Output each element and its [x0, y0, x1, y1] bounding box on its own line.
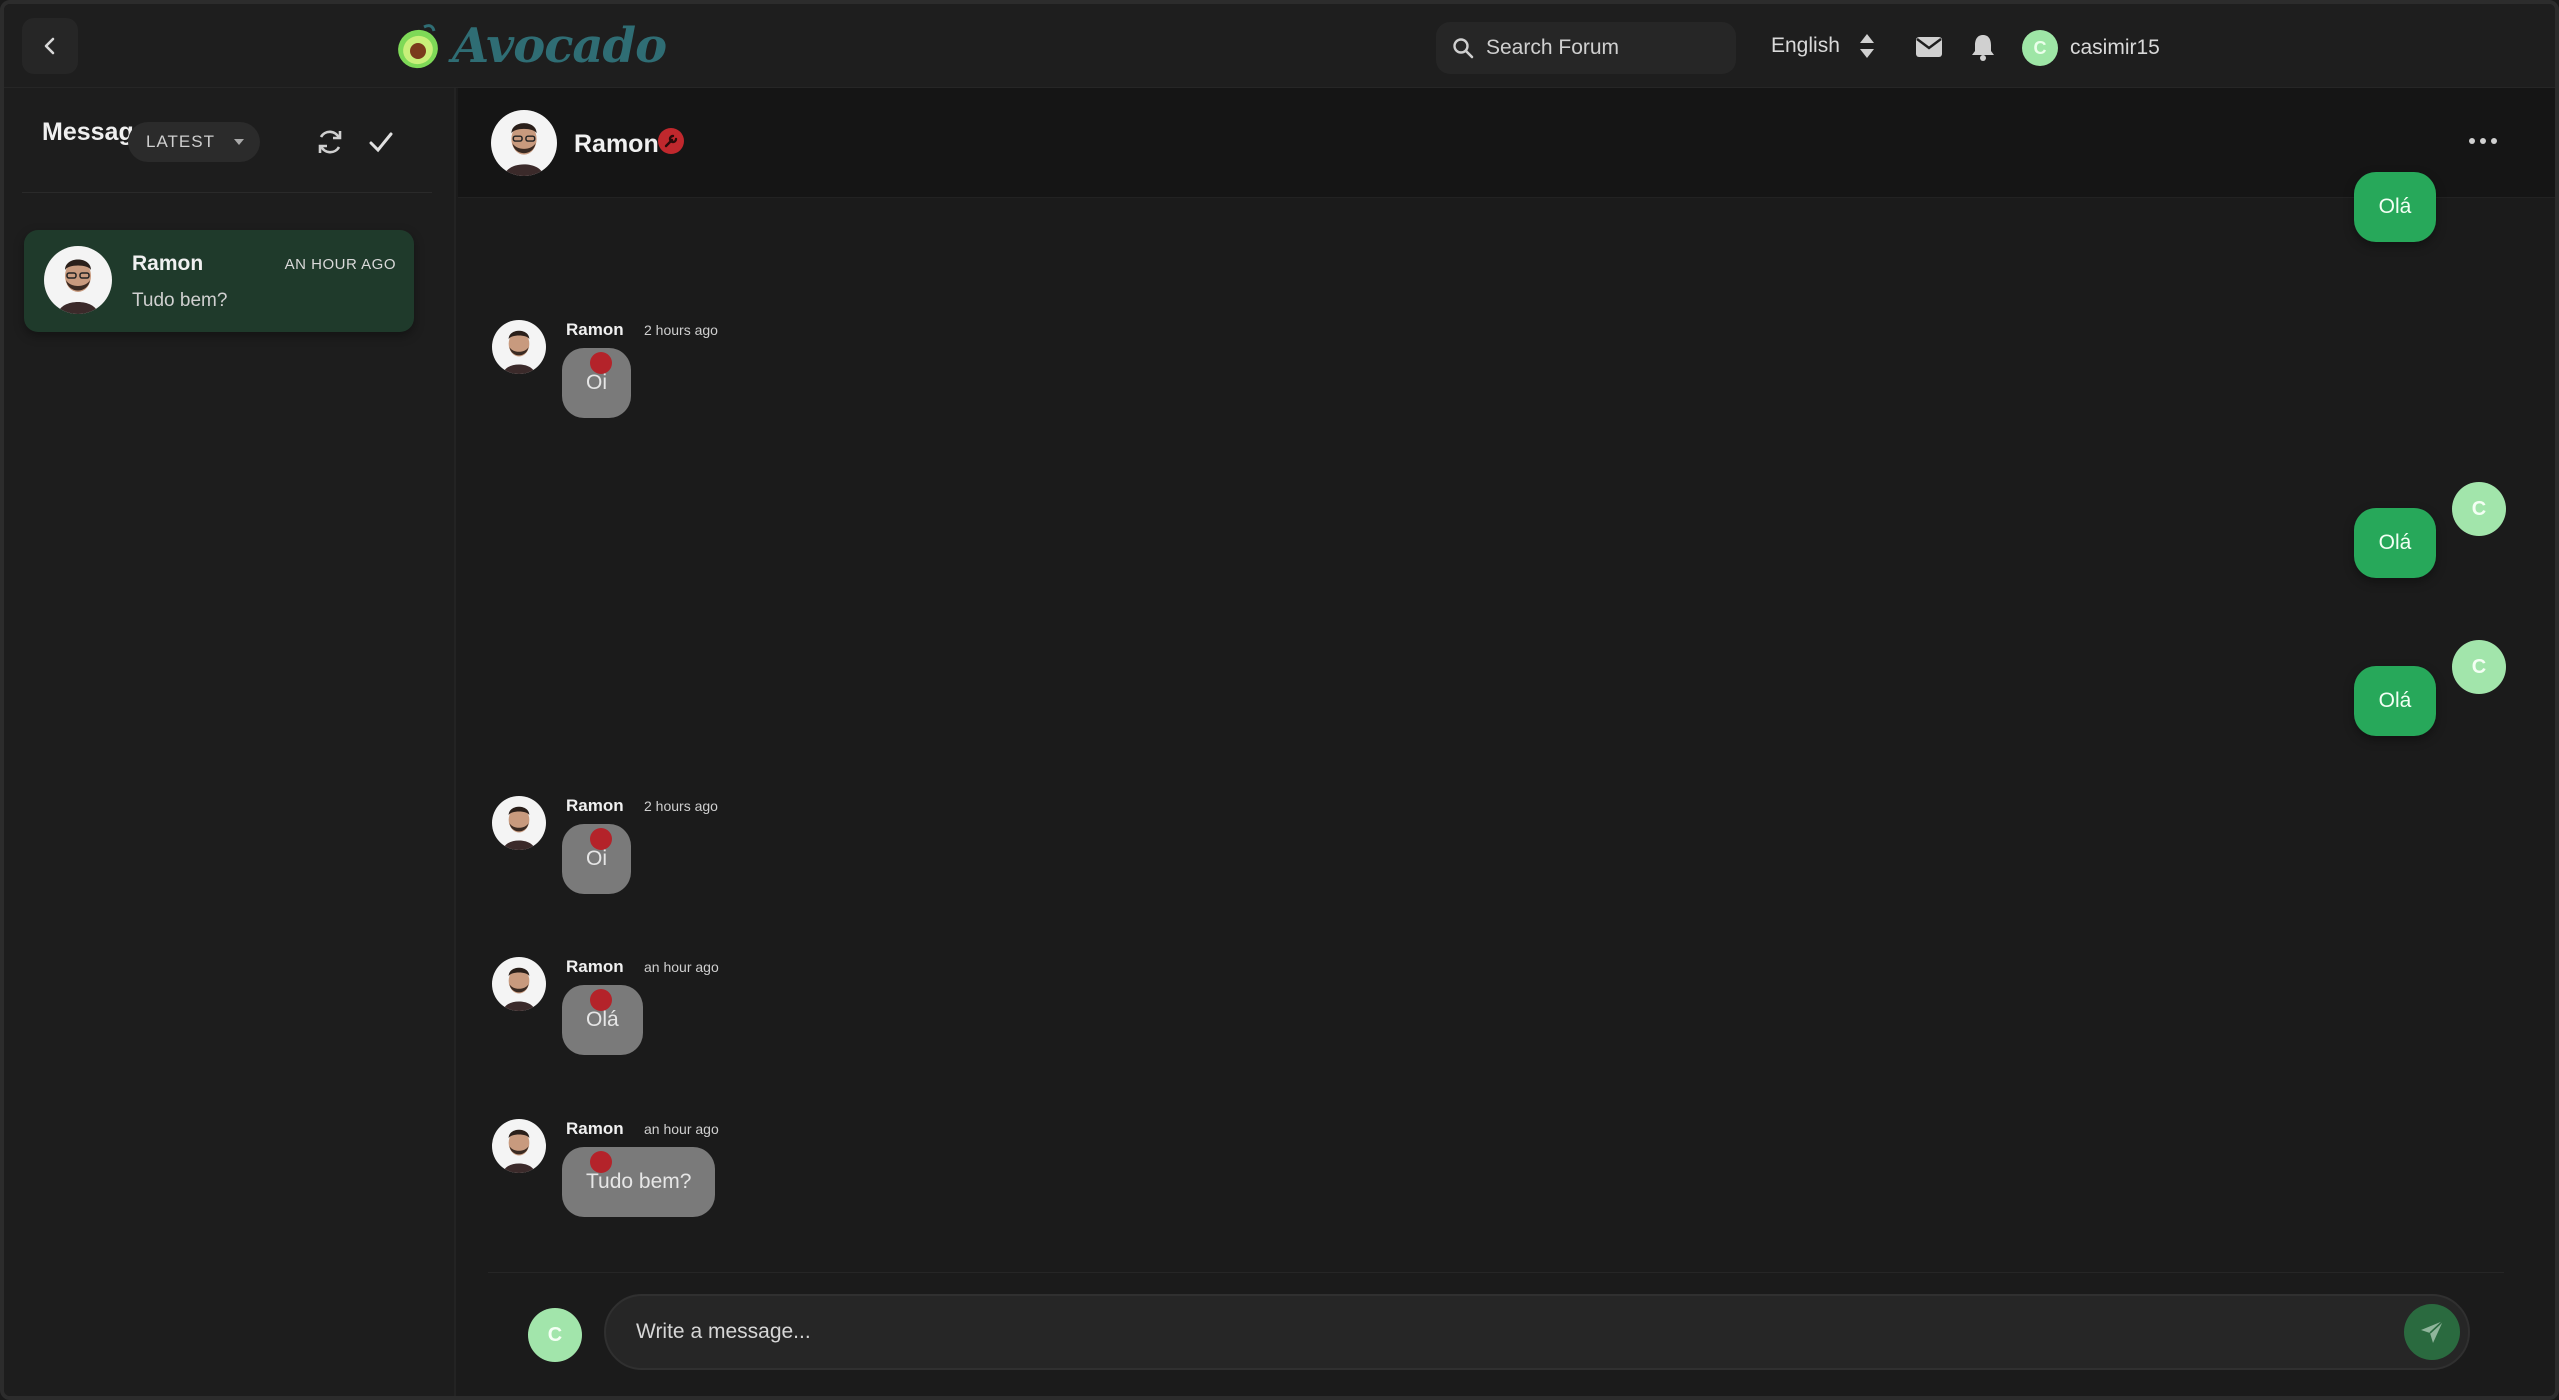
- message-text: Oi: [586, 847, 607, 870]
- chevron-left-icon: [44, 37, 55, 55]
- wrench-badge-icon: [658, 128, 684, 154]
- sort-arrows-icon[interactable]: [1858, 32, 1876, 60]
- avatar[interactable]: [492, 320, 546, 374]
- message-bubble-incoming: Olá: [562, 985, 643, 1055]
- sort-label: LATEST: [146, 132, 215, 151]
- avatar[interactable]: C: [2452, 482, 2506, 536]
- user-menu[interactable]: C casimir15: [2022, 30, 2160, 66]
- avatar[interactable]: [492, 796, 546, 850]
- chat-header: Ramon: [458, 88, 2555, 198]
- search-input[interactable]: Search Forum: [1436, 22, 1736, 74]
- caret-down-icon: [233, 139, 244, 145]
- message-text: Tudo bem?: [586, 1170, 692, 1193]
- search-icon: [1453, 38, 1474, 59]
- logo[interactable]: Avocado: [394, 18, 667, 74]
- language-selector[interactable]: English: [1771, 34, 1840, 58]
- message-bubble-outgoing: Olá: [2354, 508, 2436, 578]
- sort-dropdown[interactable]: LATEST: [128, 122, 260, 162]
- message-input[interactable]: Write a message...: [604, 1294, 2470, 1370]
- conversation-name: Ramon: [132, 252, 204, 275]
- conversation-time: AN HOUR AGO: [284, 256, 396, 273]
- top-bar: Avocado Search Forum English C casimir15: [4, 4, 2555, 88]
- send-icon: [2421, 1320, 2444, 1343]
- message-list: Olá Ramon 2 hours ago Oi C Olá C Olá Ram…: [458, 172, 2555, 1270]
- avatar: C: [528, 1308, 582, 1362]
- message-bubble-incoming: Tudo bem?: [562, 1147, 716, 1217]
- avatar[interactable]: [492, 1119, 546, 1173]
- avatar[interactable]: [492, 957, 546, 1011]
- message-author[interactable]: Ramon: [566, 320, 624, 340]
- logo-text: Avocado: [452, 18, 667, 74]
- check-icon[interactable]: [368, 130, 394, 154]
- avatar[interactable]: C: [2452, 640, 2506, 694]
- sidebar-divider: [22, 192, 432, 193]
- conversation-preview: Tudo bem?: [132, 290, 228, 311]
- back-button[interactable]: [22, 18, 78, 74]
- envelope-icon[interactable]: [1915, 36, 1943, 58]
- app-window: Avocado Search Forum English C casimir15…: [0, 0, 2559, 1400]
- message-input-placeholder: Write a message...: [636, 1320, 811, 1343]
- conversation-item[interactable]: Ramon AN HOUR AGO Tudo bem?: [24, 230, 414, 332]
- avatar: [44, 246, 112, 314]
- message-text: Olá: [586, 1008, 619, 1031]
- message-bubble-incoming: Oi: [562, 824, 631, 894]
- wrench-badge-icon: [590, 1151, 612, 1173]
- message-bubble-incoming: Oi: [562, 348, 631, 418]
- bell-icon[interactable]: [1971, 33, 1995, 61]
- send-button[interactable]: [2404, 1304, 2460, 1360]
- message-timestamp: an hour ago: [644, 959, 719, 975]
- message-author[interactable]: Ramon: [566, 796, 624, 816]
- message-bubble-outgoing: Olá: [2354, 172, 2436, 242]
- message-author[interactable]: Ramon: [566, 1119, 624, 1139]
- search-placeholder: Search Forum: [1486, 36, 1620, 59]
- avatar: C: [2022, 30, 2058, 66]
- avocado-logo-icon: [398, 24, 438, 69]
- message-text: Oi: [586, 371, 607, 394]
- more-horizontal-icon[interactable]: [2469, 138, 2497, 144]
- username: casimir15: [2070, 36, 2160, 59]
- chat-partner-name[interactable]: Ramon: [574, 130, 659, 159]
- wrench-badge-icon: [590, 828, 612, 850]
- avatar[interactable]: [491, 110, 557, 176]
- conversation-sidebar: Messages LATEST Ramon AN HOUR AGO Tudo b…: [4, 88, 456, 1396]
- message-timestamp: an hour ago: [644, 1121, 719, 1137]
- wrench-badge-icon: [590, 989, 612, 1011]
- message-timestamp: 2 hours ago: [644, 322, 718, 338]
- wrench-badge-icon: [590, 352, 612, 374]
- refresh-icon[interactable]: [316, 128, 344, 156]
- message-author[interactable]: Ramon: [566, 957, 624, 977]
- message-bubble-outgoing: Olá: [2354, 666, 2436, 736]
- composer-divider: [488, 1272, 2504, 1273]
- message-timestamp: 2 hours ago: [644, 798, 718, 814]
